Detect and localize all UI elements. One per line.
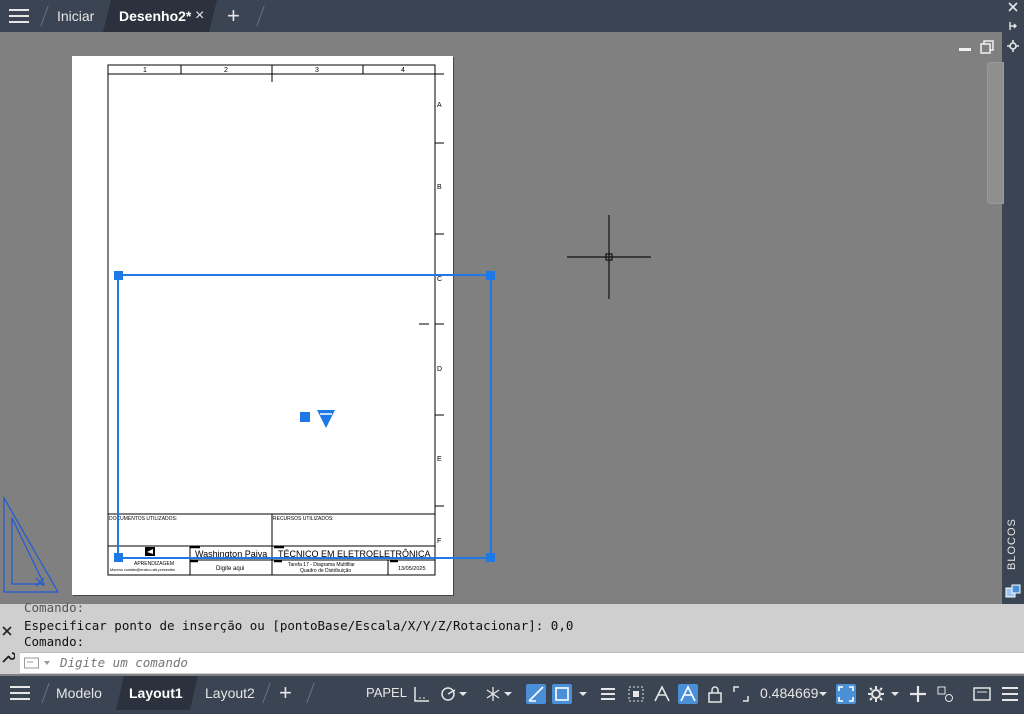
tab-layout2[interactable]: Layout2 xyxy=(205,676,255,710)
isodraft-icon[interactable] xyxy=(483,684,503,704)
grip-top-right[interactable] xyxy=(486,271,495,280)
row-label: C xyxy=(437,276,442,283)
command-placeholder: Digite um comando xyxy=(60,655,188,670)
docs-used-label: DOCUMENTOS UTILIZADOS: xyxy=(109,516,177,522)
grip-center[interactable] xyxy=(300,412,310,422)
chevron-down-icon[interactable] xyxy=(890,684,900,704)
chevron-down-icon[interactable] xyxy=(818,684,828,704)
viewport-scale-value[interactable]: 0.484669 xyxy=(760,676,818,710)
maximize-viewport-icon[interactable] xyxy=(836,684,856,704)
status-bar: Modelo Layout1 Layout2 + PAPEL 0.484669 xyxy=(0,676,1024,714)
customize-menu-icon[interactable] xyxy=(1000,684,1020,704)
row-label: F xyxy=(437,538,441,545)
col-label: 2 xyxy=(224,67,228,74)
command-history-line: Comando: xyxy=(24,600,85,615)
chevron-down-icon[interactable] xyxy=(578,684,588,704)
viewport-scale-icon[interactable] xyxy=(731,684,751,704)
row-label: D xyxy=(437,366,442,373)
col-label: 3 xyxy=(315,67,319,74)
recent-commands-icon[interactable] xyxy=(24,657,54,669)
date-field: 13/05/2025 xyxy=(398,566,426,572)
viewport-scale-grip-icon[interactable] xyxy=(317,410,335,428)
command-input[interactable]: Digite um comando xyxy=(20,652,1024,673)
row-label: A xyxy=(437,102,442,109)
polar-tracking-icon[interactable] xyxy=(438,684,458,704)
sheet-border xyxy=(107,64,436,576)
resources-used-label: RECURSOS UTILIZADOS: xyxy=(273,516,334,522)
lineweight-icon[interactable] xyxy=(598,684,618,704)
command-history-line: Especificar ponto de inserção ou [pontoB… xyxy=(24,618,574,633)
new-layout-button[interactable]: + xyxy=(279,676,292,710)
clean-screen-icon[interactable] xyxy=(972,684,992,704)
grip-bottom-left[interactable] xyxy=(114,553,123,562)
annotation-monitor-icon[interactable] xyxy=(908,684,928,704)
col-label: 1 xyxy=(143,67,147,74)
row-label: E xyxy=(437,456,442,463)
auto-scale-icon[interactable] xyxy=(678,684,698,704)
transparency-icon[interactable] xyxy=(626,684,646,704)
object-snap-tracking-icon[interactable] xyxy=(526,684,546,704)
chevron-down-icon[interactable] xyxy=(458,684,468,704)
grip-top-left[interactable] xyxy=(114,271,123,280)
logo-caption: APRENDIZAGEM xyxy=(134,561,174,567)
close-command-icon[interactable] xyxy=(2,626,12,636)
layout-menu-icon[interactable] xyxy=(10,684,30,702)
paper-space-toggle[interactable]: PAPEL xyxy=(366,676,407,710)
logo-subcaption: Moreno contato@ensino.sfs.presentes xyxy=(110,568,175,572)
ucs-icon xyxy=(3,495,60,593)
col-label: 4 xyxy=(401,67,405,74)
workspace-gear-icon[interactable] xyxy=(866,684,886,704)
chevron-down-icon[interactable] xyxy=(503,684,513,704)
task-line-2: Quadro de Distribuição xyxy=(300,568,351,574)
command-history-line: Comando: xyxy=(24,634,85,649)
grip-bottom-right[interactable] xyxy=(486,553,495,562)
units-icon[interactable] xyxy=(935,684,955,704)
customize-command-icon[interactable] xyxy=(1,650,15,664)
object-snap-icon[interactable] xyxy=(552,684,572,704)
crosshair-cursor xyxy=(567,215,651,299)
tab-model[interactable]: Modelo xyxy=(56,676,102,710)
row-label: B xyxy=(437,184,442,191)
tab-layout1[interactable]: Layout1 xyxy=(129,676,183,710)
author-field: Digite aqui xyxy=(216,566,244,572)
lock-icon[interactable] xyxy=(705,684,725,704)
snap-icon[interactable] xyxy=(412,684,432,704)
annotation-visibility-icon[interactable] xyxy=(652,684,672,704)
